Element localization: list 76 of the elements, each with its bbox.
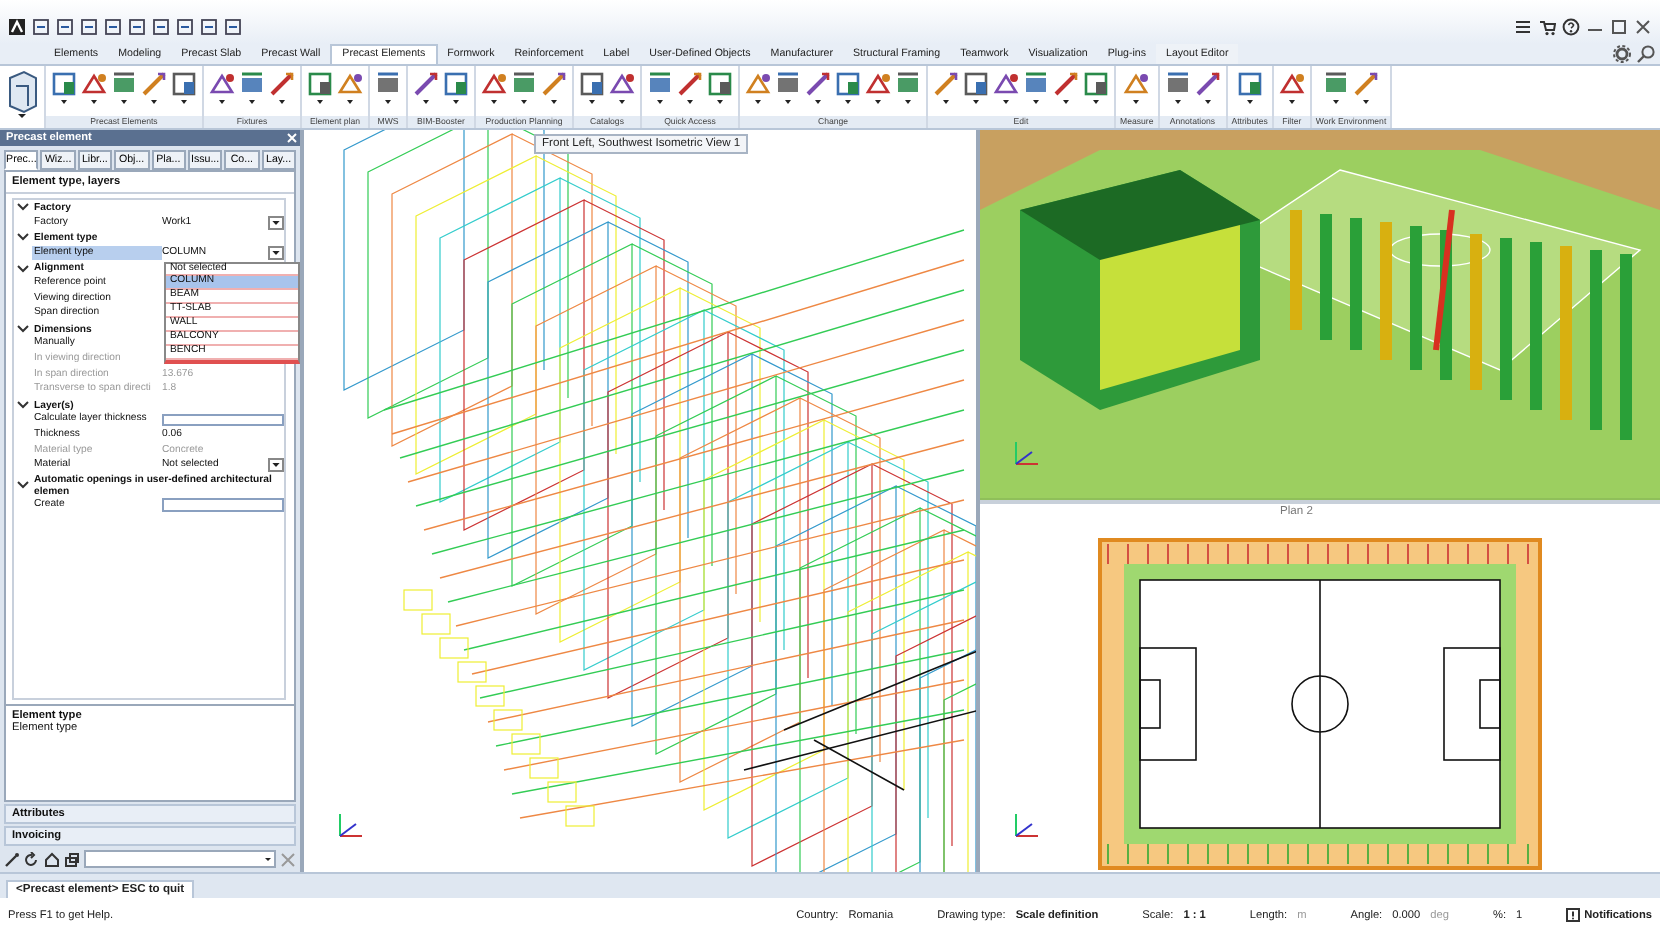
app-logo-icon[interactable] <box>8 17 26 35</box>
tool-icon[interactable] <box>962 70 990 106</box>
chevron-icon[interactable] <box>14 200 32 215</box>
tool-icon[interactable] <box>608 70 636 106</box>
chevron-icon[interactable] <box>14 398 32 413</box>
undo-icon[interactable] <box>24 851 40 867</box>
copy-icon[interactable] <box>64 851 80 867</box>
chevron-icon[interactable] <box>14 478 32 493</box>
tool-icon[interactable] <box>1352 70 1380 106</box>
toolbar-icon[interactable] <box>104 17 122 35</box>
tool-icon[interactable] <box>1082 70 1110 106</box>
tool-icon[interactable] <box>1193 70 1222 106</box>
tool-icon[interactable] <box>932 70 960 106</box>
checkbox[interactable] <box>162 498 284 512</box>
toolbar-icon[interactable] <box>80 17 98 35</box>
tool-icon[interactable] <box>1122 70 1151 106</box>
tool-icon[interactable] <box>744 70 772 106</box>
tool-icon[interactable] <box>110 70 138 106</box>
tool-icon[interactable] <box>80 70 108 106</box>
tool-icon[interactable] <box>412 70 440 106</box>
tool-icon[interactable] <box>578 70 606 106</box>
dropdown-arrow-icon[interactable] <box>268 246 284 261</box>
tool-icon[interactable] <box>480 70 508 106</box>
tool-icon[interactable] <box>992 70 1020 106</box>
toolbar-icon[interactable] <box>128 17 146 35</box>
alert-icon <box>1566 908 1581 922</box>
toolbar-icon[interactable] <box>152 17 170 35</box>
tool-icon[interactable] <box>864 70 892 106</box>
toolbar-icon[interactable] <box>200 17 218 35</box>
tool-icon[interactable] <box>374 70 402 106</box>
help-icon[interactable] <box>1562 17 1580 35</box>
tool-icon[interactable] <box>834 70 862 106</box>
pencil-icon[interactable] <box>4 851 20 867</box>
chevron-icon[interactable] <box>14 230 32 245</box>
tool-icon[interactable] <box>442 70 470 106</box>
close-icon[interactable] <box>1634 17 1652 35</box>
tool-icon[interactable] <box>50 70 78 106</box>
toolbar-icon[interactable] <box>56 17 74 35</box>
tool-icon[interactable] <box>1052 70 1080 106</box>
tool-icon[interactable] <box>804 70 832 106</box>
tool-icon[interactable] <box>336 70 364 106</box>
tool-icon[interactable] <box>540 70 568 106</box>
tool-icon[interactable] <box>706 70 734 106</box>
house-icon[interactable] <box>44 851 60 867</box>
dropdown-arrow-icon[interactable] <box>262 852 274 866</box>
tool-icon[interactable] <box>1022 70 1050 106</box>
toolbar-icon[interactable] <box>224 17 242 35</box>
tool-icon[interactable] <box>1277 70 1306 106</box>
tool-icon[interactable] <box>306 70 334 106</box>
chevron-icon[interactable] <box>14 322 32 337</box>
tool-icon[interactable] <box>140 70 168 106</box>
tool-icon[interactable] <box>1163 70 1192 106</box>
dropdown-arrow-icon[interactable] <box>268 215 284 230</box>
tool-icon[interactable] <box>894 70 922 106</box>
tool-icon[interactable] <box>170 70 198 106</box>
tool-icon[interactable] <box>238 70 266 106</box>
maximize-icon[interactable] <box>1610 17 1628 35</box>
tool-icon[interactable] <box>646 70 674 106</box>
cart-icon[interactable] <box>1538 17 1556 35</box>
building-icon[interactable] <box>4 70 40 118</box>
tool-icon[interactable] <box>268 70 296 106</box>
tool-icon[interactable] <box>1322 70 1350 106</box>
tool-icon[interactable] <box>510 70 538 106</box>
chevron-icon[interactable] <box>14 261 32 276</box>
menu-icon[interactable] <box>1514 17 1532 35</box>
tool-icon[interactable] <box>208 70 236 106</box>
toolbar-icon[interactable] <box>32 17 50 35</box>
tool-icon[interactable] <box>1235 70 1264 106</box>
combo-field[interactable] <box>84 850 276 868</box>
checkbox[interactable] <box>162 413 284 427</box>
search-icon[interactable] <box>1632 44 1660 64</box>
tool-icon[interactable] <box>676 70 704 106</box>
dropdown-arrow-icon[interactable] <box>268 458 284 473</box>
toolbar-icon[interactable] <box>176 17 194 35</box>
tool-icon[interactable] <box>774 70 802 106</box>
settings-icon[interactable] <box>1612 44 1632 64</box>
